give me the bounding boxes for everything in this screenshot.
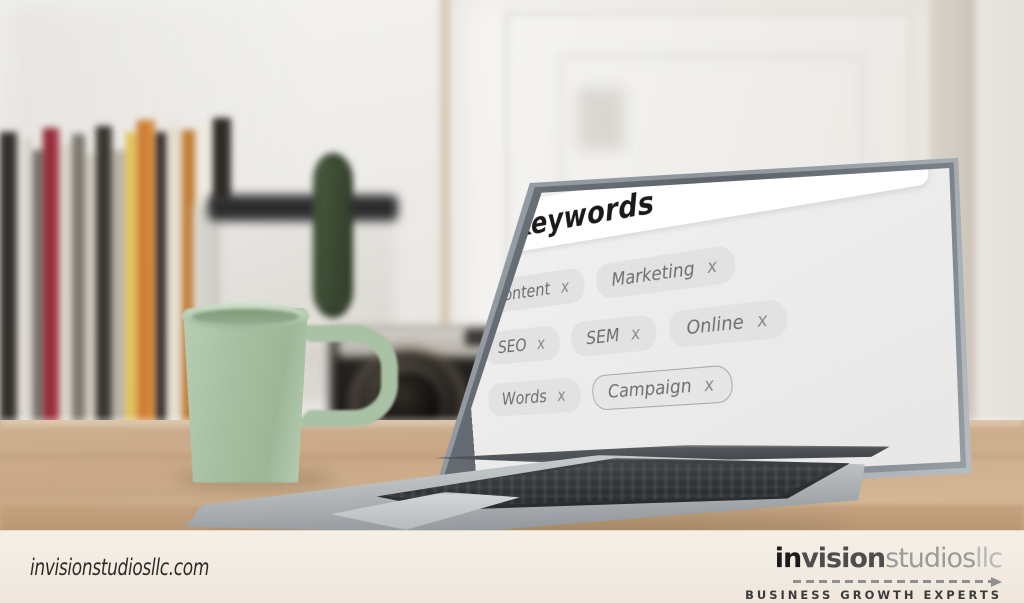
mug-interior xyxy=(192,309,299,325)
logo-tagline: BUSINESS GROWTH EXPERTS xyxy=(745,588,1002,602)
tag-remove-icon[interactable]: x xyxy=(630,323,641,344)
tag-remove-icon[interactable]: x xyxy=(536,333,546,353)
coffee-mug xyxy=(183,308,308,483)
arrow-icon xyxy=(991,577,1002,587)
tag-remove-icon[interactable]: x xyxy=(703,374,715,396)
website-url[interactable]: invisionstudiosllc.com xyxy=(30,555,209,581)
tag-label: Words xyxy=(501,386,548,410)
logo-part-vision: vision xyxy=(801,543,886,574)
cactus-plant xyxy=(313,153,353,318)
tag-label: Marketing xyxy=(610,257,696,291)
keyword-tag-campaign[interactable]: Campaign x xyxy=(591,364,734,411)
tag-remove-icon[interactable]: x xyxy=(756,309,768,332)
tag-label: SEM xyxy=(585,324,621,350)
tag-label: SEO xyxy=(497,335,528,358)
company-logo: invisionstudiosllc BUSINESS GROWTH EXPER… xyxy=(745,543,1003,602)
tag-label: Online xyxy=(685,310,745,340)
photo-scene: # Keywords Content x Marketing x xyxy=(0,0,1024,603)
logo-part-studios: studios xyxy=(885,543,976,574)
tag-remove-icon[interactable]: x xyxy=(560,277,570,298)
tag-remove-icon[interactable]: x xyxy=(557,385,567,405)
logo-part-llc: llc xyxy=(975,543,1003,574)
wall-right-section xyxy=(975,0,1024,470)
tag-label: Campaign xyxy=(607,375,693,403)
keyword-tag-words[interactable]: Words x xyxy=(487,376,583,418)
mug-handle xyxy=(292,325,398,427)
dashed-line xyxy=(793,580,991,583)
logo-dashed-arrow-divider xyxy=(745,577,1002,587)
keyword-tag-online[interactable]: Online x xyxy=(668,298,789,349)
footer-bar: invisionstudiosllc.com invisionstudiosll… xyxy=(0,530,1024,603)
logo-wordmark: invisionstudiosllc xyxy=(745,543,1003,574)
keyword-tag-marketing[interactable]: Marketing x xyxy=(594,244,737,300)
background-monitor-top-bar xyxy=(208,195,398,221)
keyword-tag-sem[interactable]: SEM x xyxy=(569,313,659,358)
tag-remove-icon[interactable]: x xyxy=(706,255,718,278)
picture-frame-artwork-blur xyxy=(578,88,624,150)
logo-part-in: in xyxy=(774,543,803,574)
